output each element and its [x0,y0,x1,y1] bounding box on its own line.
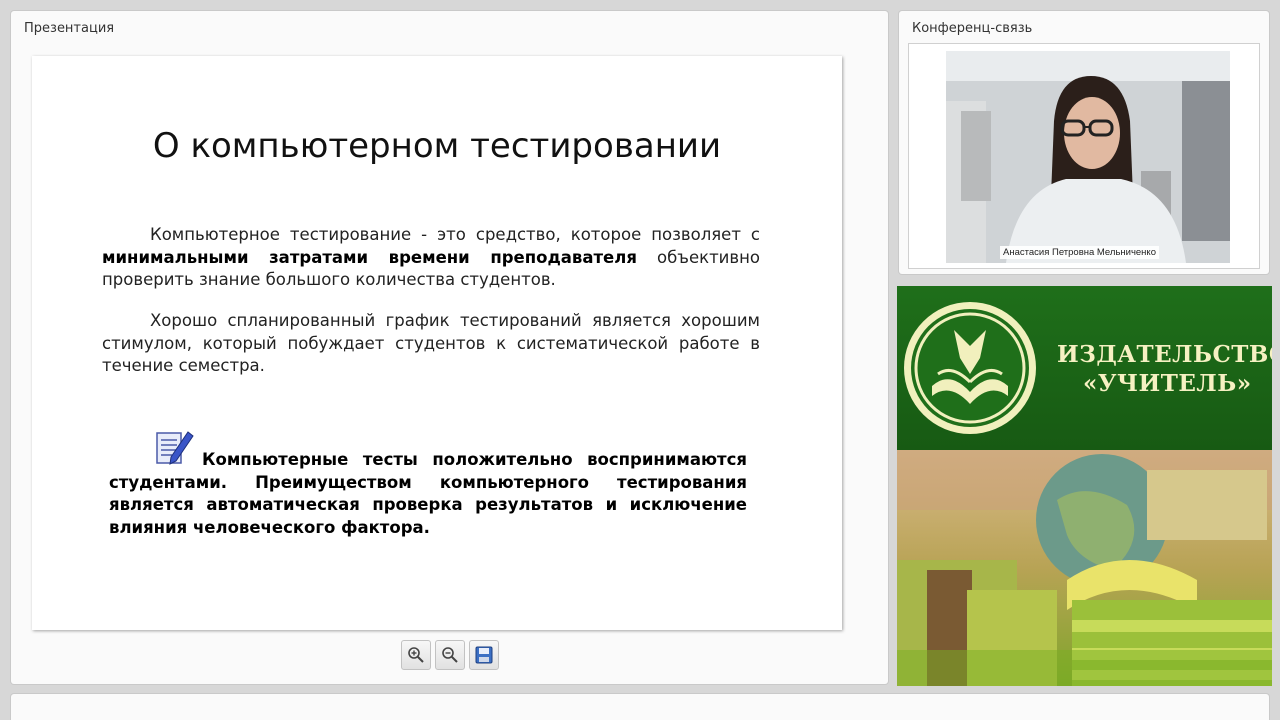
conference-panel-title: Конференц-связь [912,21,1033,36]
conference-panel: Конференц-связь Анастасия Петровна Мельн… [899,11,1269,274]
zoom-out-icon [442,647,458,663]
banner-image [897,450,1272,686]
p1-text-bold: минимальными затратами времени преподава… [102,247,637,267]
bottom-panel [11,694,1269,720]
slide: О компьютерном тестировании Компьютерное… [32,56,842,630]
banner-top: ИЗДАТЕЛЬСТВО «УЧИТЕЛЬ» [897,286,1272,450]
video-frame: Анастасия Петровна Мельниченко [908,43,1260,269]
p1-text-a: Компьютерное тестирование - это средство… [150,225,760,244]
publisher-name-line2: «УЧИТЕЛЬ» [1083,370,1252,397]
zoom-in-button[interactable] [401,640,431,670]
save-icon [475,646,493,664]
presentation-panel: Презентация О компьютерном тестировании … [11,11,888,684]
slide-paragraph-3: Компьютерные тесты положительно восприни… [109,450,747,537]
slide-toolbar [401,640,499,670]
zoom-in-icon [408,647,424,663]
publisher-name-line1: ИЗДАТЕЛЬСТВО [1057,341,1272,368]
participant-video[interactable]: Анастасия Петровна Мельниченко [946,51,1230,263]
slide-paragraph-2: Хорошо спланированный график тестировани… [102,311,760,375]
publisher-banner: ИЗДАТЕЛЬСТВО «УЧИТЕЛЬ» [897,286,1272,686]
zoom-out-button[interactable] [435,640,465,670]
presentation-panel-title: Презентация [24,21,115,36]
video-scene [946,51,1230,263]
books-globe-image [897,450,1272,686]
slide-paragraph-1: Компьютерное тестирование - это средство… [102,224,760,292]
slide-heading: О компьютерном тестировании [152,126,722,166]
publisher-logo-icon [904,302,1036,434]
participant-name: Анастасия Петровна Мельниченко [1000,246,1159,259]
save-button[interactable] [469,640,499,670]
